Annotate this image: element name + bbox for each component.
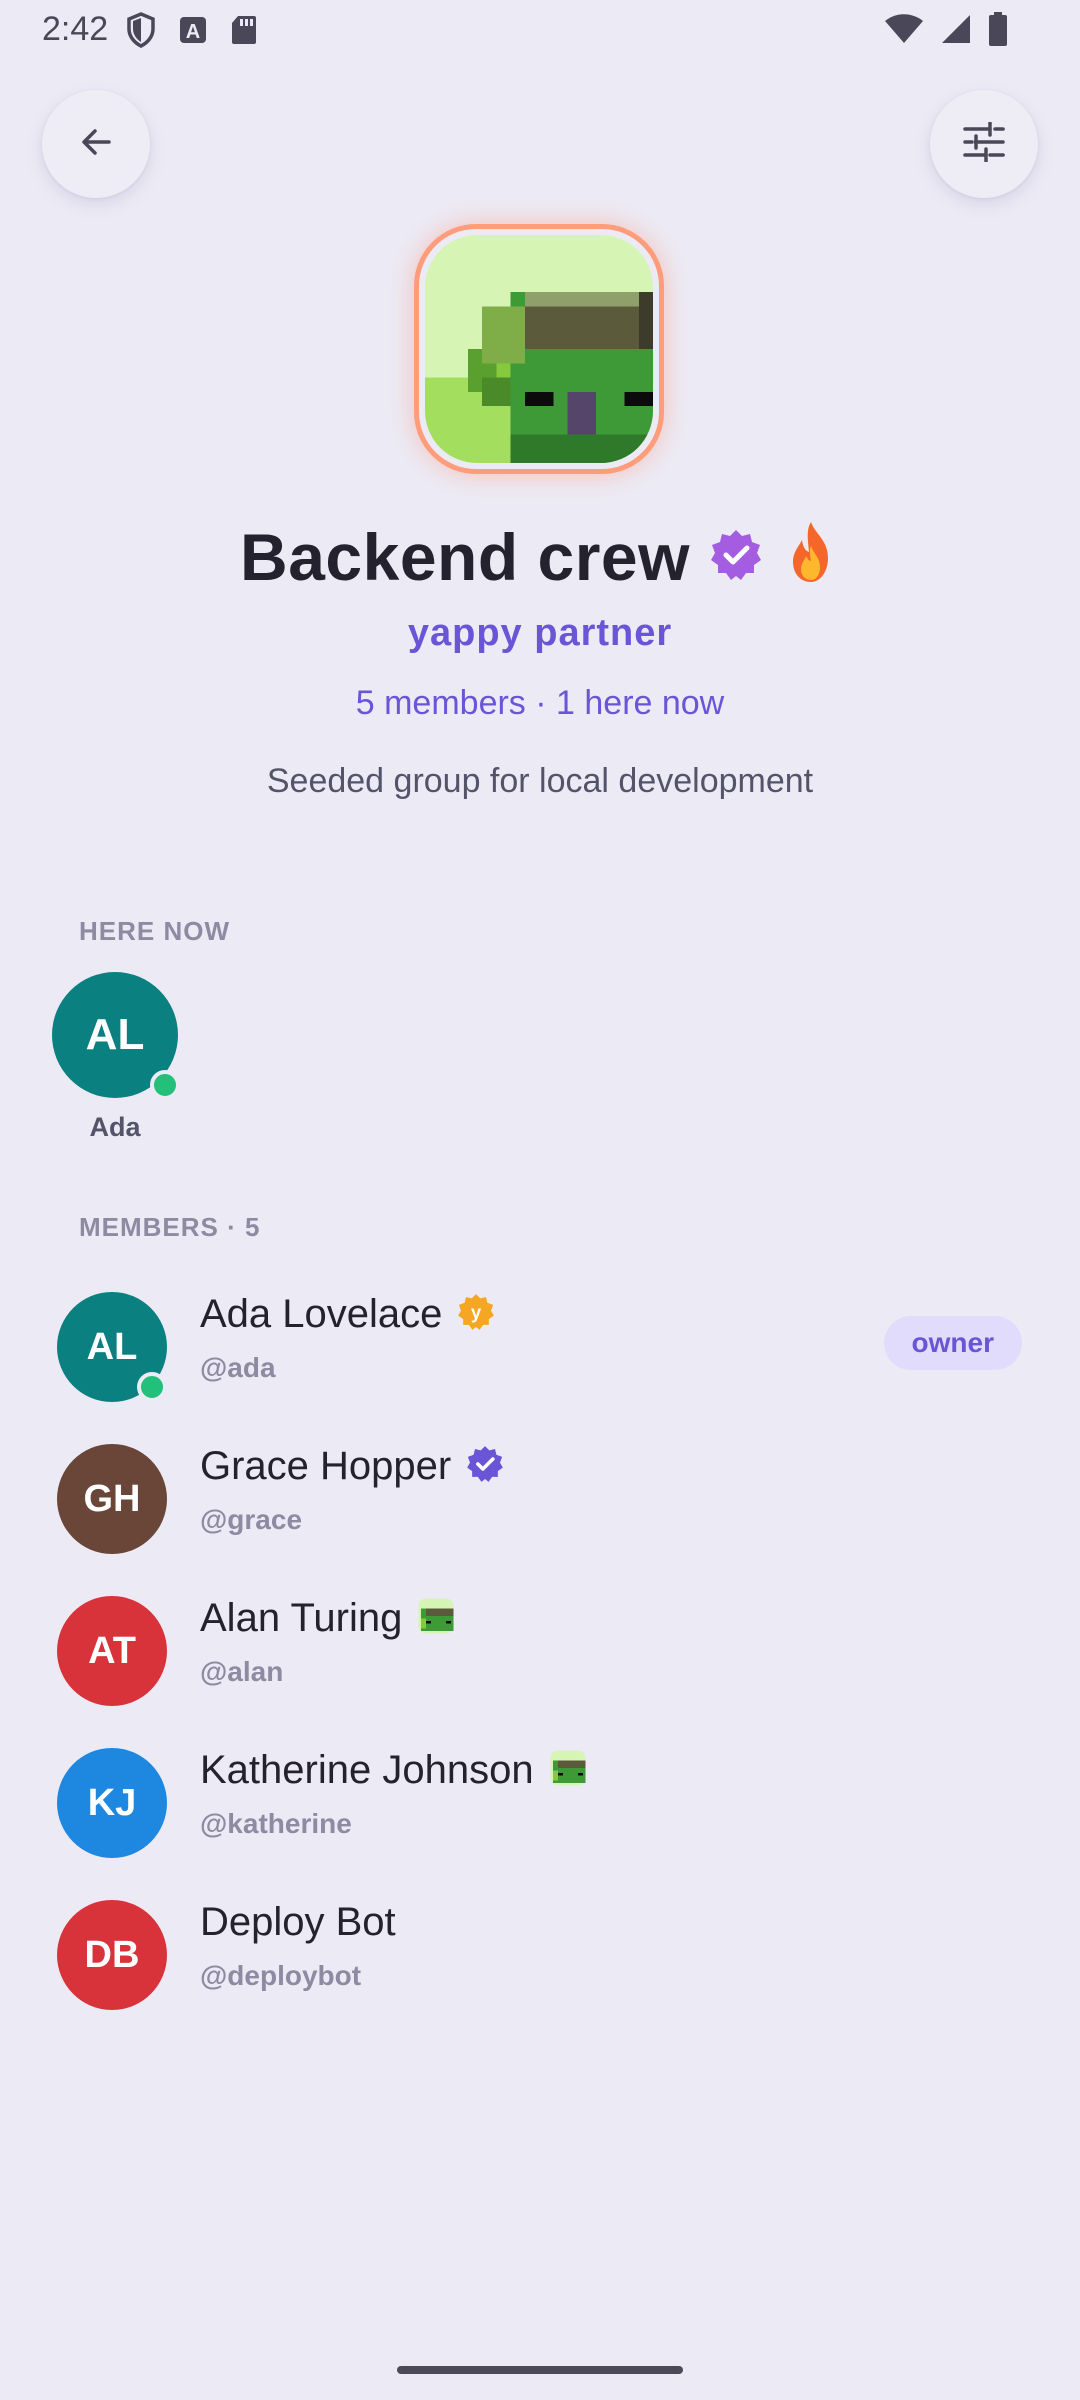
member-name: Grace Hopper xyxy=(200,1444,452,1488)
member-handle: @alan xyxy=(200,1656,284,1687)
cell-signal-icon xyxy=(940,13,972,50)
settings-button[interactable] xyxy=(930,90,1038,198)
wifi-icon xyxy=(884,13,924,50)
avatar: DB xyxy=(57,1900,167,2010)
member-row[interactable]: AT Alan Turing @alan xyxy=(0,1584,1080,1714)
svg-text:A: A xyxy=(186,21,200,43)
status-bar: 2:42 A xyxy=(0,0,1080,64)
member-row[interactable]: KJ Katherine Johnson @katherine xyxy=(0,1736,1080,1866)
avatar-initials: AL xyxy=(86,1325,138,1368)
pixel-frog-avatar-image xyxy=(425,235,653,463)
sliders-icon xyxy=(962,120,1006,167)
member-name: Ada Lovelace xyxy=(200,1292,443,1336)
avatar-initials: DB xyxy=(84,1933,140,1976)
fire-icon xyxy=(782,520,840,594)
arrow-left-icon xyxy=(76,122,116,167)
group-title-row: Backend crew xyxy=(0,512,1080,602)
verified-check-icon xyxy=(465,1444,505,1489)
avatar-initials: AT xyxy=(88,1629,136,1672)
verified-badge-icon xyxy=(708,527,764,588)
here-now-heading: HERE NOW xyxy=(79,916,230,946)
member-name: Deploy Bot xyxy=(200,1900,396,1944)
group-description: Seeded group for local development xyxy=(266,762,814,800)
here-now-user[interactable]: AL Ada xyxy=(52,972,180,1143)
member-name: Katherine Johnson xyxy=(200,1748,534,1792)
yappy-y-badge-icon: y xyxy=(456,1292,496,1337)
group-avatar[interactable] xyxy=(414,224,664,474)
pixel-frog-icon xyxy=(416,1596,456,1641)
members-heading: MEMBERS · 5 xyxy=(79,1212,261,1242)
avatar: GH xyxy=(57,1444,167,1554)
partner-label: yappy partner xyxy=(407,612,673,654)
owner-role-badge: owner xyxy=(883,1316,1022,1370)
online-indicator xyxy=(137,1372,167,1402)
battery-icon xyxy=(988,12,1008,51)
home-indicator[interactable] xyxy=(397,2366,683,2374)
member-row[interactable]: AL Ada Lovelace y @ada owner xyxy=(0,1280,1080,1410)
back-button[interactable] xyxy=(42,90,150,198)
font-a-icon: A xyxy=(178,15,208,50)
pixel-frog-icon xyxy=(548,1748,588,1793)
online-indicator xyxy=(150,1070,180,1100)
member-count[interactable]: 5 members · 1 here now xyxy=(0,684,1080,723)
avatar: AT xyxy=(57,1596,167,1706)
shield-icon xyxy=(126,12,156,53)
avatar: AL xyxy=(52,972,180,1100)
member-name: Alan Turing xyxy=(200,1596,403,1640)
group-title: Backend crew xyxy=(240,520,690,594)
member-handle: @deploybot xyxy=(200,1960,362,1991)
avatar-initials: GH xyxy=(83,1477,141,1520)
avatar-initials: AL xyxy=(85,1010,145,1059)
here-now-user-name: Ada xyxy=(89,1112,141,1142)
member-handle: @grace xyxy=(200,1504,303,1535)
member-handle: @katherine xyxy=(200,1808,352,1839)
sd-card-icon xyxy=(230,14,258,51)
member-handle: @ada xyxy=(200,1352,276,1383)
status-time: 2:42 xyxy=(42,10,109,48)
avatar-initials: KJ xyxy=(87,1781,137,1824)
svg-text:y: y xyxy=(471,1301,482,1322)
member-row[interactable]: DB Deploy Bot @deploybot xyxy=(0,1888,1080,2018)
avatar: KJ xyxy=(57,1748,167,1858)
avatar: AL xyxy=(57,1292,167,1402)
member-row[interactable]: GH Grace Hopper @grace xyxy=(0,1432,1080,1562)
